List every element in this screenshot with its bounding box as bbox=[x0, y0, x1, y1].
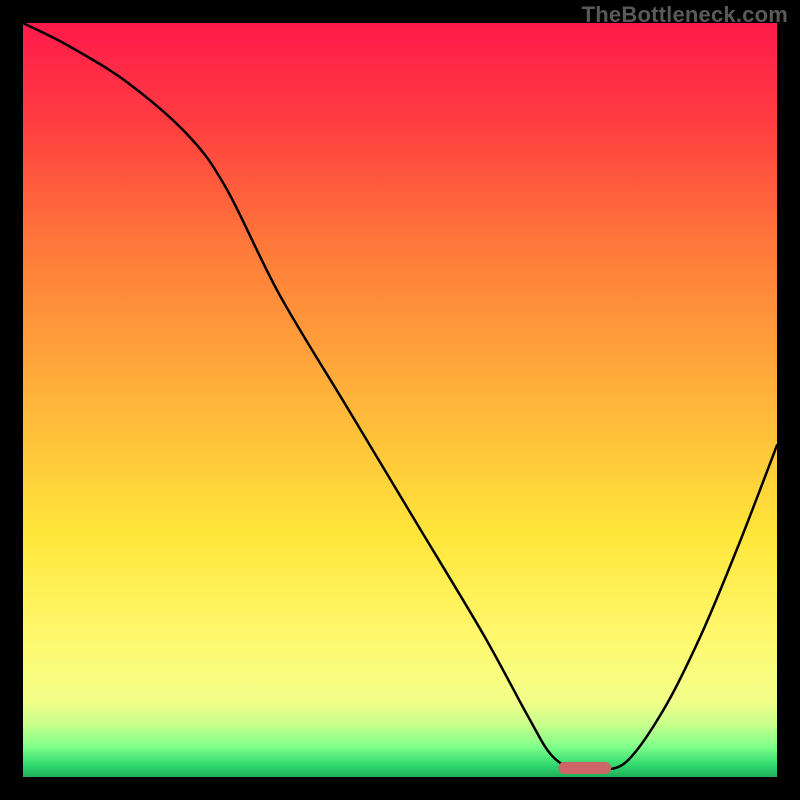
watermark-text: TheBottleneck.com bbox=[582, 2, 788, 28]
plot-area bbox=[23, 23, 777, 777]
gradient-background bbox=[23, 23, 777, 777]
chart-svg bbox=[23, 23, 777, 777]
chart-outer-frame: TheBottleneck.com bbox=[0, 0, 800, 800]
optimal-range-marker bbox=[558, 762, 611, 774]
